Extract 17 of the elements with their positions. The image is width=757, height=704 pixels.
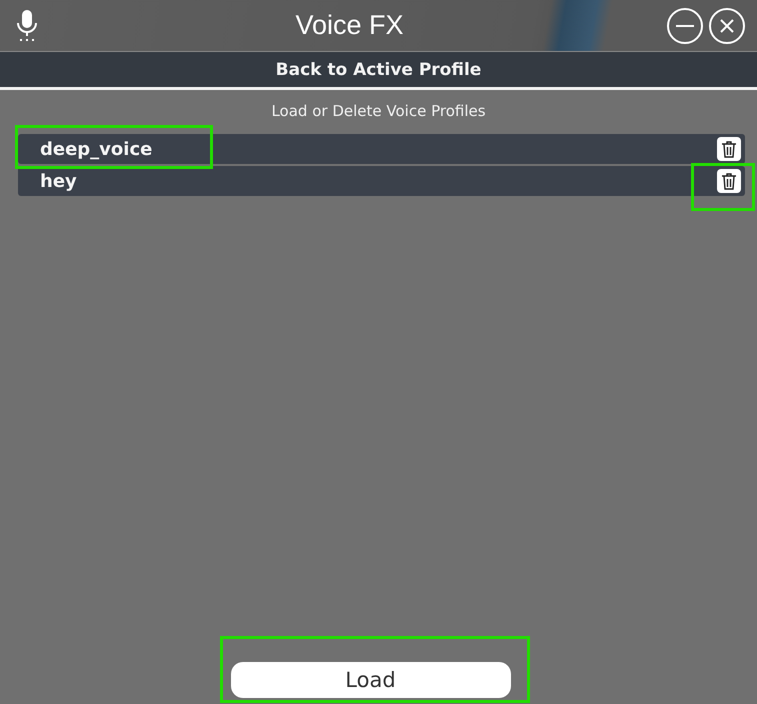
minus-icon [676,24,694,26]
delete-button[interactable] [717,169,741,193]
close-button[interactable] [709,8,745,44]
close-icon [719,18,735,34]
section-title: Load or Delete Voice Profiles [270,102,487,120]
back-button[interactable]: Back to Active Profile [0,52,757,90]
profile-row[interactable]: hey [18,166,745,196]
profile-name: hey [40,170,77,192]
window-title: Voice FX [294,10,405,41]
trash-icon [721,140,737,158]
load-button[interactable]: Load [230,662,510,698]
minimize-button[interactable] [667,8,703,44]
profile-name: deep_voice [40,138,152,160]
microphone-icon [16,10,38,42]
profile-row[interactable]: deep_voice [18,134,745,164]
delete-button[interactable] [717,137,741,161]
trash-icon [721,172,737,190]
